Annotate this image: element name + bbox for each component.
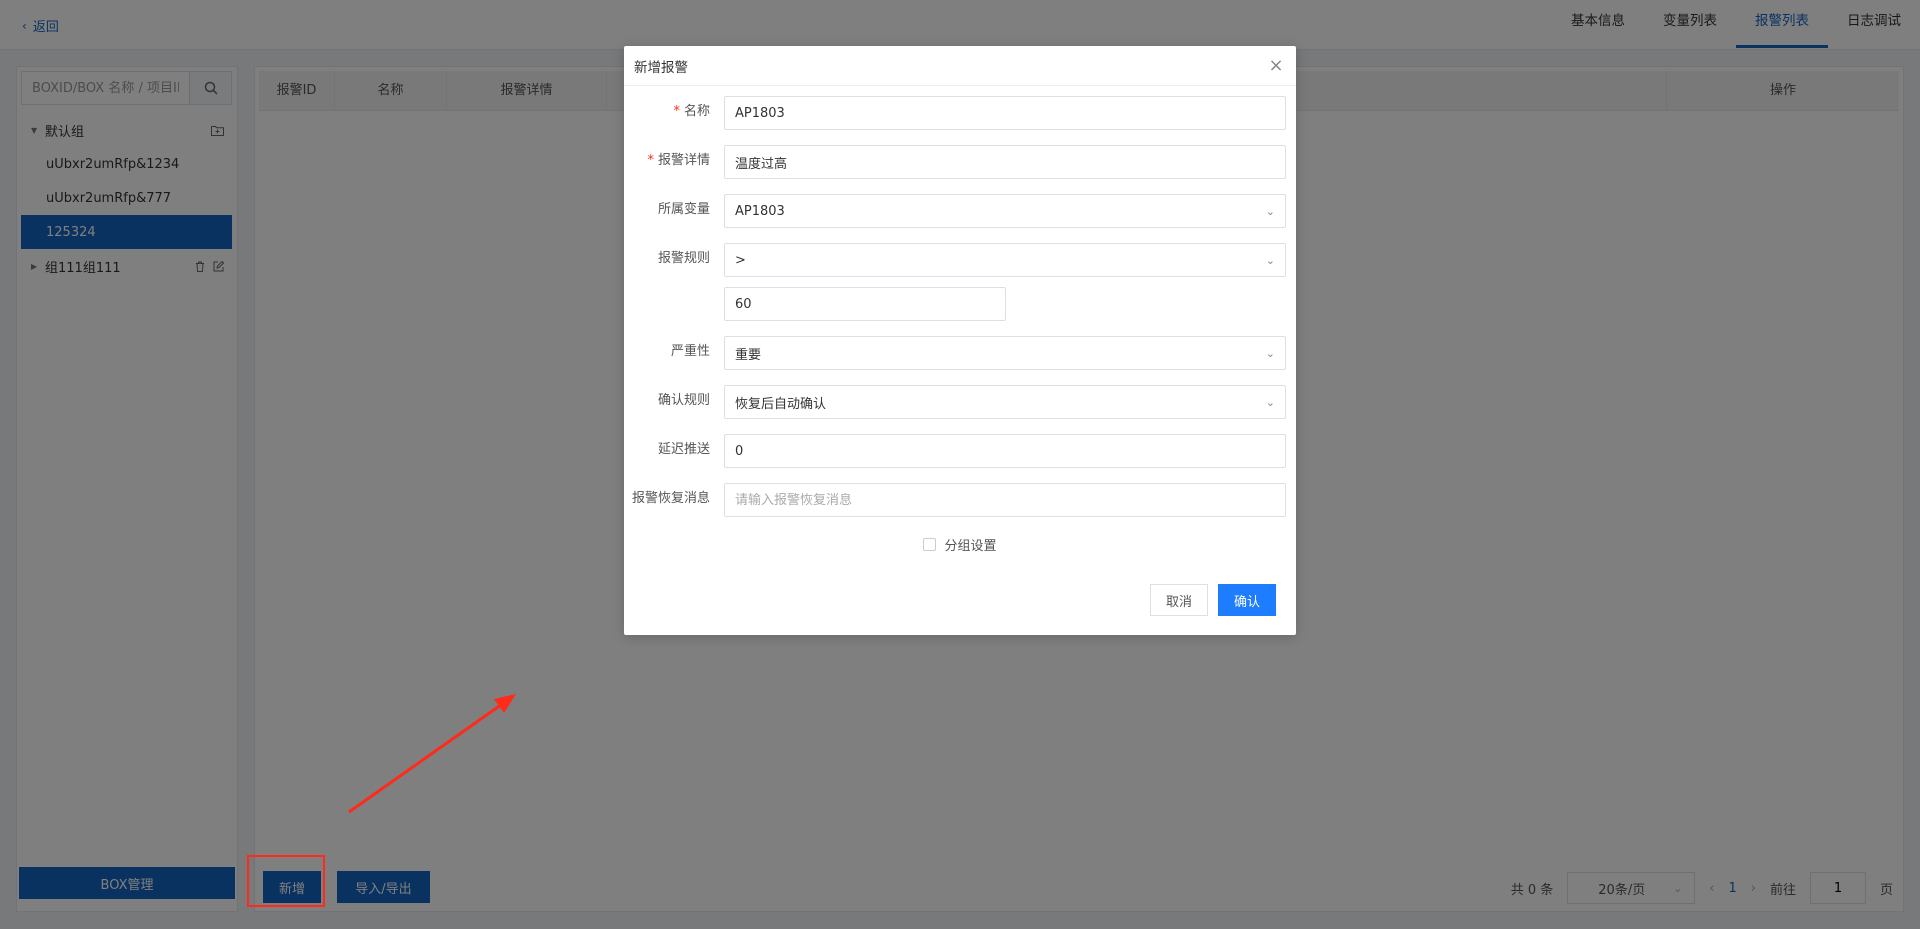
detail-label: 报警详情: [657, 153, 710, 168]
delay-label: 延迟推送: [657, 442, 710, 457]
form-row-confirm-rule: 确认规则 恢复后自动确认 ⌄: [624, 385, 1296, 421]
variable-select[interactable]: AP1803 ⌄: [724, 194, 1286, 228]
confirm-rule-select[interactable]: 恢复后自动确认 ⌄: [724, 385, 1286, 419]
form-row-name: * 名称: [624, 96, 1296, 132]
cancel-button[interactable]: 取消: [1150, 584, 1208, 616]
chevron-down-icon: ⌄: [1265, 204, 1275, 218]
group-setting-label[interactable]: 分组设置: [944, 535, 996, 554]
rule-operator-select[interactable]: > ⌄: [724, 243, 1286, 277]
chevron-down-icon: ⌄: [1265, 395, 1275, 409]
detail-input[interactable]: [735, 154, 1275, 170]
delay-input[interactable]: [735, 443, 1275, 459]
name-input[interactable]: [735, 105, 1275, 121]
dialog-header: 新增报警 ×: [624, 46, 1296, 86]
severity-label: 严重性: [670, 344, 710, 359]
confirm-button[interactable]: 确认: [1218, 584, 1276, 616]
variable-value: AP1803: [735, 203, 785, 219]
form-row-variable: 所属变量 AP1803 ⌄: [624, 194, 1296, 230]
dialog-footer: 取消 确认: [1150, 584, 1276, 616]
group-setting-checkbox[interactable]: [923, 538, 937, 551]
add-alarm-dialog: 新增报警 × *名称 *报警详情 所属变量 AP1803 ⌄ 报警规则 > ⌄ …: [624, 46, 1296, 635]
form-row-delay: 延迟推送: [624, 434, 1296, 470]
variable-label: 所属变量: [657, 202, 710, 217]
confirm-rule-value: 恢复后自动确认: [735, 396, 827, 412]
dialog-title: 新增报警: [634, 59, 688, 76]
recovery-message-input[interactable]: [735, 492, 1275, 508]
group-setting-row: 分组设置: [624, 535, 1296, 554]
chevron-down-icon: ⌄: [1265, 346, 1275, 360]
threshold-input[interactable]: [735, 296, 995, 312]
confirm-rule-label: 确认规则: [657, 393, 710, 408]
annotation-highlight-box: [247, 855, 325, 907]
rule-label: 报警规则: [657, 251, 710, 266]
close-icon[interactable]: ×: [1266, 55, 1286, 76]
severity-select[interactable]: 重要 ⌄: [724, 336, 1286, 370]
rule-operator-value: >: [735, 252, 746, 268]
name-label: 名称: [683, 104, 710, 119]
form-row-rule: 报警规则 > ⌄: [624, 243, 1296, 279]
form-row-recovery: 报警恢复消息: [624, 483, 1296, 519]
form-row-threshold: [624, 287, 1296, 323]
required-mark: *: [647, 153, 654, 168]
chevron-down-icon: ⌄: [1265, 253, 1275, 267]
required-mark: *: [673, 104, 680, 119]
recovery-label: 报警恢复消息: [631, 491, 710, 506]
form-row-detail: * 报警详情: [624, 145, 1296, 181]
severity-value: 重要: [735, 347, 762, 363]
form-row-severity: 严重性 重要 ⌄: [624, 336, 1296, 372]
